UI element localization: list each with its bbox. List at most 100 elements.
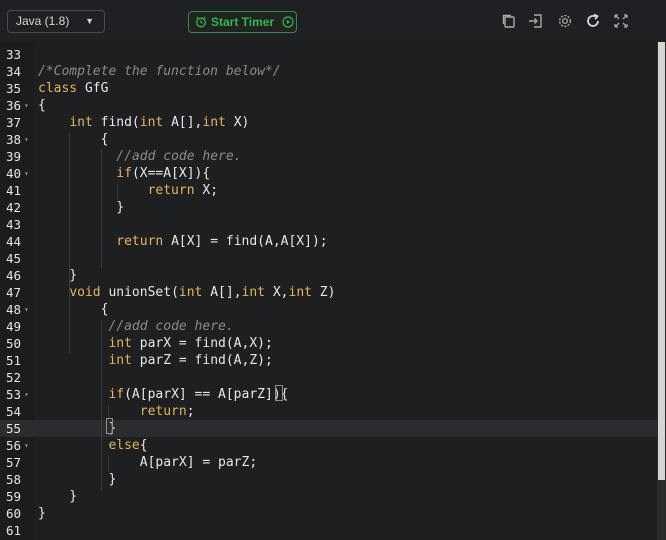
reset-icon[interactable] — [584, 12, 602, 30]
code-text: else{ — [108, 438, 148, 453]
code-text: } — [38, 472, 117, 487]
code-text: } — [38, 506, 46, 521]
code-line[interactable]: 55 } — [0, 420, 657, 437]
line-number: 35 — [6, 81, 22, 96]
code-line[interactable]: 52 — [0, 369, 657, 386]
code-text: if(A[parX] == A[parZ]){ — [108, 387, 289, 402]
code-text: int parX = find(A,X); — [108, 336, 273, 351]
indent-guide — [69, 133, 70, 353]
alarm-clock-icon — [196, 16, 206, 28]
indent-guide — [117, 184, 118, 200]
code-text: /*Complete the function below*/ — [38, 64, 281, 79]
import-code-icon[interactable] — [527, 12, 545, 30]
code-text: return A[X] = find(A,A[X]); — [116, 234, 328, 249]
code-editor[interactable]: 33 34 /*Complete the function below*/ 35 cla… — [0, 42, 657, 540]
gear-icon[interactable] — [556, 12, 574, 30]
code-line[interactable]: 51 int parZ = find(A,Z); — [0, 352, 657, 369]
code-text: } — [38, 489, 78, 504]
start-timer-label: Start Timer — [211, 15, 275, 29]
editor-toolbar: Java (1.8) ▼ Start Timer — [0, 0, 666, 42]
code-text: int find(int A[],int X) — [69, 115, 250, 130]
fold-chevron-icon[interactable]: ▾ — [24, 301, 29, 318]
code-line[interactable]: 44 return A[X] = find(A,A[X]); — [0, 233, 657, 250]
code-line[interactable]: 60} — [0, 505, 657, 522]
play-circle-icon — [282, 16, 294, 28]
line-number: 37 — [6, 115, 22, 130]
indent-guide — [101, 150, 102, 268]
code-line[interactable]: 56 ▾ else{ — [0, 437, 657, 454]
code-text: void unionSet(int A[],int X,int Z) — [69, 285, 336, 300]
code-line[interactable]: 47 void unionSet(int A[],int X,int Z) — [0, 284, 657, 301]
line-number: 52 — [6, 370, 22, 385]
code-text: { — [38, 98, 46, 113]
line-number: 41 — [6, 183, 22, 198]
code-line[interactable]: 39 //add code here. — [0, 148, 657, 165]
code-line[interactable]: 49 //add code here. — [0, 318, 657, 335]
line-number: 34 — [6, 64, 22, 79]
line-number: 56 — [6, 438, 22, 453]
line-number: 39 — [6, 149, 22, 164]
code-line[interactable]: 34 /*Complete the function below*/ — [0, 63, 657, 80]
code-line[interactable]: 41 return X; — [0, 182, 657, 199]
fold-chevron-icon[interactable]: ▾ — [24, 386, 29, 403]
code-text: return; — [139, 404, 195, 419]
line-number: 50 — [6, 336, 22, 351]
code-text: { — [38, 132, 109, 147]
line-number: 45 — [6, 251, 22, 266]
fold-chevron-icon[interactable]: ▾ — [24, 131, 29, 148]
code-line[interactable]: 40 ▾ if(X==A[X]){ — [0, 165, 657, 182]
line-number: 60 — [6, 506, 22, 521]
line-number: 42 — [6, 200, 22, 215]
code-line[interactable]: 59 } — [0, 488, 657, 505]
code-line[interactable]: 45 — [0, 250, 657, 267]
code-text: } — [38, 268, 78, 283]
code-line[interactable]: 37 int find(int A[],int X) — [0, 114, 657, 131]
code-line[interactable]: 46 } — [0, 267, 657, 284]
code-line[interactable]: 38 ▾ { — [0, 131, 657, 148]
language-select[interactable]: Java (1.8) ▼ — [7, 10, 105, 33]
indent-guide — [101, 320, 102, 490]
scrollbar-thumb[interactable] — [658, 42, 665, 480]
line-number: 33 — [6, 47, 22, 62]
code-line[interactable]: 48 ▾ { — [0, 301, 657, 318]
line-number: 53 — [6, 387, 22, 402]
code-text: } — [38, 421, 117, 436]
line-number: 55 — [6, 421, 22, 436]
fold-chevron-icon[interactable]: ▾ — [24, 97, 29, 114]
code-text: class GfG — [38, 81, 109, 96]
fold-chevron-icon[interactable]: ▾ — [24, 437, 29, 454]
code-line[interactable]: 57 A[parX] = parZ; — [0, 454, 657, 471]
code-text: int parZ = find(A,Z); — [108, 353, 273, 368]
line-number: 49 — [6, 319, 22, 334]
code-text: A[parX] = parZ; — [38, 455, 258, 470]
code-line[interactable]: 50 int parX = find(A,X); — [0, 335, 657, 352]
fold-chevron-icon[interactable]: ▾ — [24, 165, 29, 182]
line-number: 48 — [6, 302, 22, 317]
vertical-scrollbar[interactable] — [657, 42, 666, 540]
line-number: 57 — [6, 455, 22, 470]
line-number: 36 — [6, 98, 22, 113]
chevron-down-icon: ▼ — [85, 16, 94, 26]
copy-icon[interactable] — [500, 12, 518, 30]
code-line[interactable]: 61 — [0, 522, 657, 539]
fullscreen-icon[interactable] — [612, 12, 630, 30]
code-line[interactable]: 54 return; — [0, 403, 657, 420]
line-number: 40 — [6, 166, 22, 181]
line-number: 44 — [6, 234, 22, 249]
code-line[interactable]: 43 — [0, 216, 657, 233]
code-line[interactable]: 36 ▾ { — [0, 97, 657, 114]
line-number: 43 — [6, 217, 22, 232]
code-text: //add code here. — [108, 319, 234, 334]
start-timer-button[interactable]: Start Timer — [188, 11, 297, 33]
code-line[interactable]: 53 ▾ if(A[parX] == A[parZ]){ — [0, 386, 657, 403]
code-line[interactable]: 33 — [0, 46, 657, 63]
code-line[interactable]: 35 class GfG — [0, 80, 657, 97]
line-number: 47 — [6, 285, 22, 300]
line-number: 54 — [6, 404, 22, 419]
code-line[interactable]: 58 } — [0, 471, 657, 488]
line-number: 58 — [6, 472, 22, 487]
code-line[interactable]: 42 } — [0, 199, 657, 216]
line-number: 46 — [6, 268, 22, 283]
line-number: 61 — [6, 523, 22, 538]
line-number: 59 — [6, 489, 22, 504]
